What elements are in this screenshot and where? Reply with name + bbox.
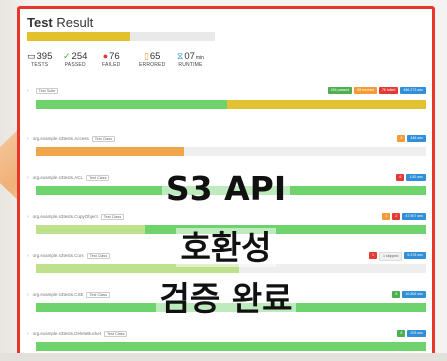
error-icon: ● bbox=[102, 51, 109, 61]
suite-failed-pill: 76 failed bbox=[378, 87, 399, 94]
overlay-line-1: S3 API bbox=[20, 169, 432, 208]
chevron-right-icon: › bbox=[27, 214, 29, 220]
bottom-strip bbox=[0, 353, 447, 361]
class-tag: Test Class bbox=[91, 136, 116, 142]
stat-runtime-value: 07 bbox=[184, 51, 195, 62]
overall-progress-bar bbox=[27, 32, 215, 41]
suite-time-pill: 456.273 sec bbox=[400, 87, 426, 94]
overlay-line-2: 호환성 bbox=[20, 221, 432, 269]
stat-errored-label: ERRORED bbox=[139, 62, 166, 68]
overlay-text-2: 호환성 bbox=[176, 228, 276, 267]
stat-tests: ▭395 TESTS bbox=[27, 51, 52, 68]
suite-passed-pill: 254 passed bbox=[327, 87, 353, 94]
class-row-header[interactable]: › org.example.s3tests.Access Test Class bbox=[27, 136, 116, 142]
stat-errored: ▯65 ERRORED bbox=[139, 51, 165, 68]
failed-count-pill: 2 bbox=[392, 213, 401, 220]
suite-errored-pill: 65 errored bbox=[354, 87, 377, 94]
suite-row-header[interactable]: › Test Suite bbox=[27, 88, 59, 94]
time-pill: 203 sec bbox=[407, 330, 426, 337]
chevron-right-icon: › bbox=[27, 88, 29, 94]
class-result-bar bbox=[36, 342, 426, 351]
hourglass-icon: ⧖ bbox=[177, 51, 184, 61]
stat-runtime: ⧖07min RUNTIME bbox=[177, 51, 204, 68]
report-window: Test Result ▭395 TESTS ✓254 PASSED ●76 F… bbox=[17, 6, 435, 356]
class-tag: Test Class bbox=[103, 331, 128, 337]
suite-pills: 254 passed 65 errored 76 failed 456.273 … bbox=[327, 87, 426, 94]
suite-result-bar bbox=[36, 100, 426, 109]
class-name: org.example.s3tests.Access bbox=[32, 136, 89, 141]
class-name: org.example.s3tests.CopyObject bbox=[32, 214, 98, 219]
overlay-line-3: 검증 완료 bbox=[20, 272, 432, 320]
stat-runtime-label: RUNTIME bbox=[178, 62, 203, 68]
stat-passed-label: PASSED bbox=[64, 62, 86, 68]
bar-segment-errored bbox=[227, 100, 426, 109]
stat-tests-label: TESTS bbox=[31, 62, 49, 68]
stat-runtime-unit: min bbox=[195, 55, 204, 61]
time-pill: 47.907 sec bbox=[402, 213, 426, 220]
class-pills: 3 448 sec bbox=[397, 135, 426, 142]
stat-tests-value: 395 bbox=[36, 51, 53, 62]
chevron-right-icon: › bbox=[27, 136, 29, 142]
stat-errored-value: 65 bbox=[149, 51, 161, 62]
overlay-text-3: 검증 완료 bbox=[155, 279, 297, 318]
class-tag: Test Class bbox=[100, 214, 125, 220]
stat-failed-label: FAILED bbox=[102, 62, 121, 68]
stat-passed: ✓254 PASSED bbox=[63, 51, 87, 68]
page-title: Test Result bbox=[27, 15, 93, 30]
class-row-header[interactable]: › org.example.s3tests.CopyObject Test Clas… bbox=[27, 214, 125, 220]
overall-progress-fill bbox=[27, 32, 131, 41]
bar-segment-passed bbox=[36, 100, 228, 109]
suite-name: Test Suite bbox=[35, 88, 59, 94]
passed-count-pill: 8 bbox=[397, 330, 406, 337]
class-pills: 8 203 sec bbox=[397, 330, 426, 337]
class-result-bar bbox=[36, 147, 426, 156]
time-pill: 448 sec bbox=[407, 135, 426, 142]
class-row-header[interactable]: › org.example.s3tests.DeleteBucket Test Cl… bbox=[27, 331, 128, 337]
errored-count-pill: 3 bbox=[397, 135, 406, 142]
stat-failed-value: 76 bbox=[109, 51, 120, 62]
title-bold: Test bbox=[27, 15, 53, 30]
class-name: org.example.s3tests.DeleteBucket bbox=[32, 331, 101, 336]
errored-count-pill: 1 bbox=[382, 213, 391, 220]
chevron-right-icon: › bbox=[27, 331, 29, 337]
overlay-text-1: S3 API bbox=[161, 169, 291, 208]
class-pills: 1 2 47.907 sec bbox=[382, 213, 426, 220]
title-rest: Result bbox=[52, 15, 94, 30]
bar-segment-errored bbox=[36, 147, 185, 156]
folder-icon: ▭ bbox=[27, 51, 36, 61]
stat-passed-value: 254 bbox=[71, 51, 88, 62]
check-circle-icon: ✓ bbox=[63, 51, 71, 61]
stat-failed: ●76 FAILED bbox=[102, 51, 120, 68]
warning-icon: ▯ bbox=[143, 51, 149, 61]
bar-segment-passed bbox=[36, 342, 426, 351]
